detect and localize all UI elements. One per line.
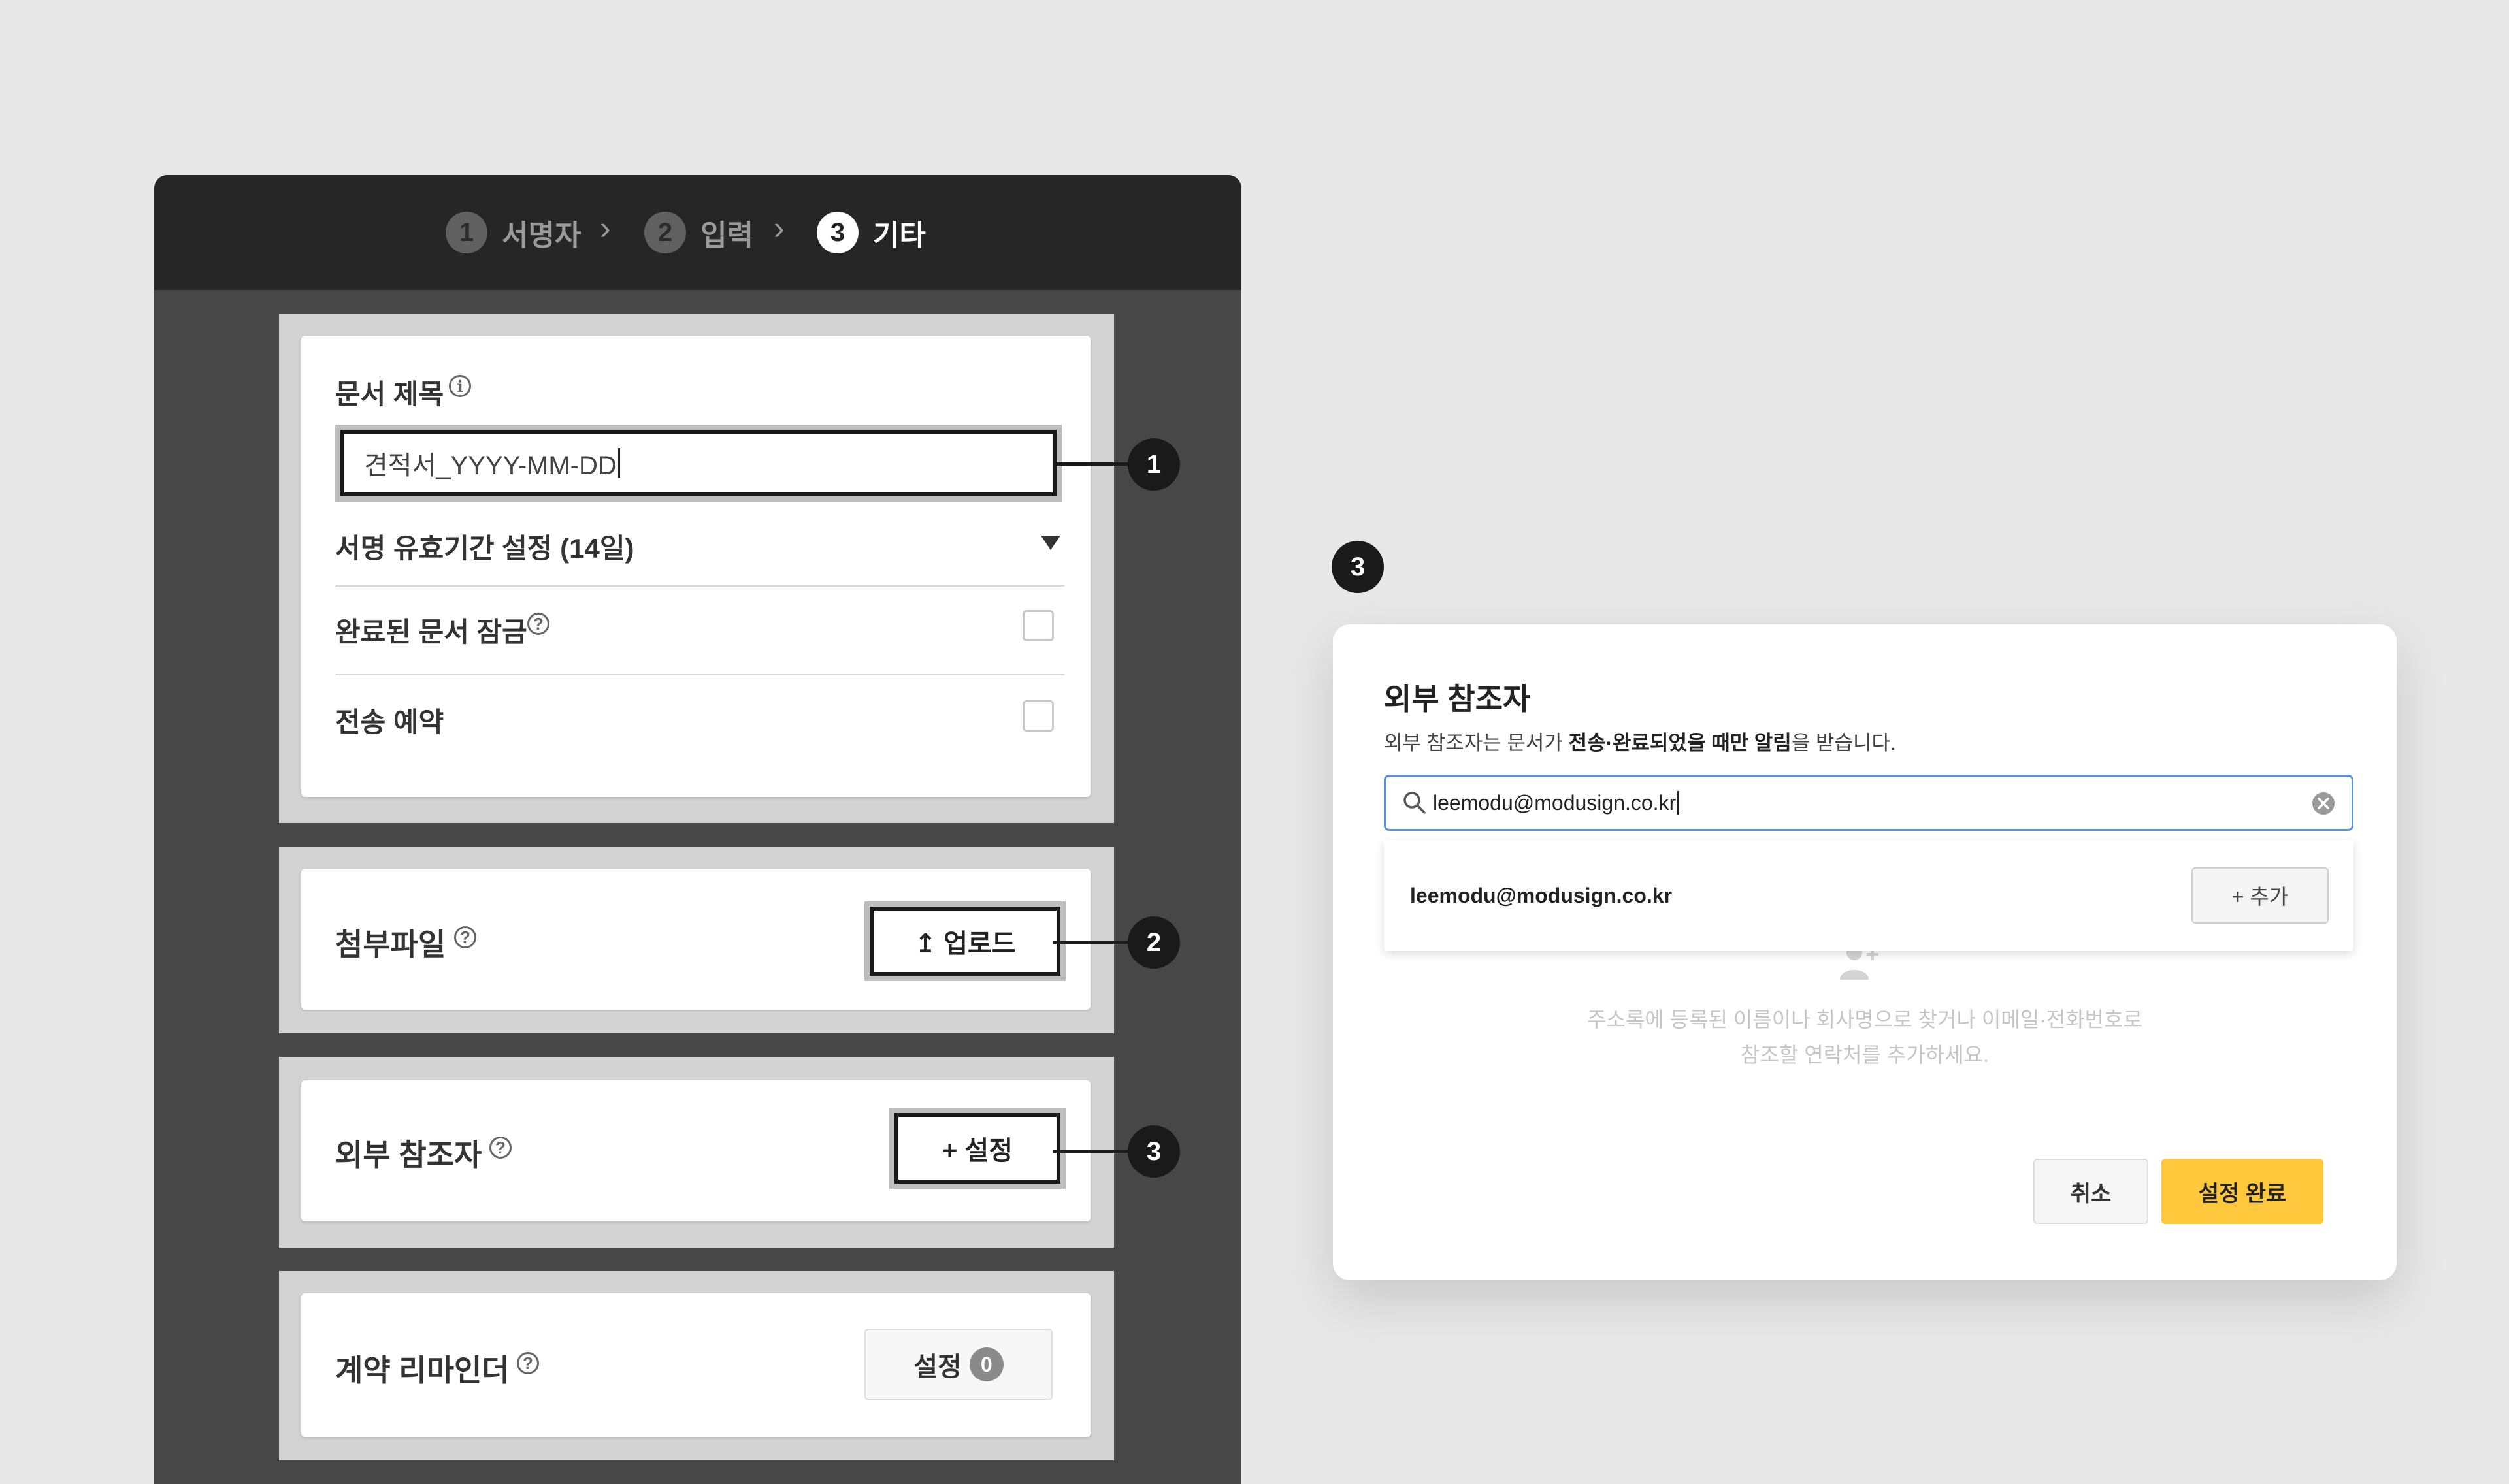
desc-bold-text: 전송·완료되었을 때만 알림	[1568, 732, 1792, 754]
schedule-send-label: 전송 예약	[335, 707, 444, 737]
add-participant-button[interactable]: + 추가	[2191, 867, 2329, 924]
attachment-label: 첨부파일	[335, 928, 446, 961]
step-label: 기타	[873, 219, 926, 251]
participant-search-input[interactable]: leemodu@modusign.co.kr	[1384, 775, 2353, 831]
upload-highlight: ↥ 업로드	[864, 901, 1066, 981]
text-caret	[617, 448, 620, 478]
divider	[335, 674, 1064, 675]
attachment-card: 첨부파일 ? ↥ 업로드	[301, 869, 1091, 1010]
modal-callout-3: 3	[1332, 541, 1384, 593]
step-1[interactable]: 1 서명자	[446, 175, 581, 290]
callout-3: 3	[1128, 1125, 1180, 1178]
step-label: 입력	[700, 219, 753, 251]
step-number: 3	[817, 212, 859, 253]
reminder-section: 계약 리마인더 ? 설정 0	[279, 1271, 1114, 1460]
search-icon	[1403, 792, 1426, 814]
reminder-card: 계약 리마인더 ? 설정 0	[301, 1293, 1091, 1437]
desc-text: 을 받습니다.	[1791, 732, 1896, 754]
search-result-email[interactable]: leemodu@modusign.co.kr	[1410, 840, 1672, 951]
reminder-label: 계약 리마인더	[335, 1353, 510, 1387]
step-indicator: 1 서명자 › 2 입력 › 3 기타	[154, 175, 1241, 290]
help-icon[interactable]: ?	[527, 613, 549, 635]
step-2[interactable]: 2 입력	[644, 175, 753, 290]
settings-panel: 1 서명자 › 2 입력 › 3 기타 문서 제목 i 견적서_YYYY-MM-…	[154, 175, 1241, 1484]
reminder-settings-button[interactable]: 설정 0	[864, 1329, 1053, 1400]
doc-title-input[interactable]: 견적서_YYYY-MM-DD	[340, 430, 1057, 496]
help-icon[interactable]: ?	[454, 926, 476, 948]
lock-doc-label: 완료된 문서 잠금	[335, 617, 527, 647]
text-caret	[1677, 791, 1680, 815]
clear-icon[interactable]	[2311, 791, 2336, 816]
search-result-dropdown: leemodu@modusign.co.kr + 추가	[1384, 840, 2353, 951]
external-participants-modal: 외부 참조자 외부 참조자는 문서가 전송·완료되었을 때만 알림을 받습니다.…	[1333, 624, 2397, 1280]
empty-state-text: 주소록에 등록된 이름이나 회사명으로 찾거나 이메일·전화번호로 참조할 연락…	[1333, 1002, 2397, 1073]
help-icon[interactable]: ?	[489, 1137, 512, 1159]
external-settings-button[interactable]: + 설정	[894, 1113, 1060, 1184]
callout-line	[1053, 462, 1129, 466]
confirm-button[interactable]: 설정 완료	[2161, 1159, 2323, 1224]
doc-settings-card: 문서 제목 i 견적서_YYYY-MM-DD 서명 유효기간 설정 (14일) …	[301, 336, 1091, 797]
info-icon[interactable]: i	[449, 375, 471, 397]
doc-title-label: 문서 제목	[335, 379, 444, 410]
chevron-right-icon: ›	[774, 210, 785, 246]
reminder-count-badge: 0	[969, 1347, 1004, 1381]
external-participants-section: 외부 참조자 ? + 설정	[279, 1057, 1114, 1248]
reminder-button-label: 설정	[913, 1353, 962, 1381]
callout-1: 1	[1128, 438, 1180, 491]
external-participants-label: 외부 참조자	[335, 1138, 482, 1172]
doc-settings-section: 문서 제목 i 견적서_YYYY-MM-DD 서명 유효기간 설정 (14일) …	[279, 314, 1114, 823]
doc-title-value: 견적서_YYYY-MM-DD	[364, 451, 617, 480]
modal-title: 외부 참조자	[1384, 682, 1531, 716]
lock-doc-checkbox[interactable]	[1023, 610, 1054, 641]
empty-state-line: 참조할 연락처를 추가하세요.	[1741, 1043, 1989, 1067]
callout-2: 2	[1128, 916, 1180, 969]
empty-state-line: 주소록에 등록된 이름이나 회사명으로 찾거나 이메일·전화번호로	[1587, 1008, 2142, 1031]
step-label: 서명자	[502, 219, 582, 251]
desc-text: 외부 참조자는 문서가	[1384, 732, 1569, 754]
attachment-section: 첨부파일 ? ↥ 업로드	[279, 847, 1114, 1033]
external-participants-card: 외부 참조자 ? + 설정	[301, 1080, 1091, 1221]
divider	[335, 585, 1064, 587]
step-number: 2	[644, 212, 686, 253]
settings-highlight: + 설정	[889, 1108, 1066, 1189]
schedule-send-checkbox[interactable]	[1023, 700, 1054, 732]
title-input-highlight: 견적서_YYYY-MM-DD	[335, 425, 1062, 502]
upload-button[interactable]: ↥ 업로드	[870, 907, 1060, 976]
search-value: leemodu@modusign.co.kr	[1433, 777, 1680, 829]
cancel-button[interactable]: 취소	[2033, 1159, 2148, 1224]
help-icon[interactable]: ?	[517, 1352, 539, 1374]
expiry-setting-label[interactable]: 서명 유효기간 설정 (14일)	[335, 526, 634, 566]
step-number: 1	[446, 212, 487, 253]
callout-line	[1053, 941, 1129, 944]
search-value-text: leemodu@modusign.co.kr	[1433, 790, 1677, 815]
chevron-right-icon: ›	[600, 210, 611, 246]
callout-line	[1053, 1150, 1129, 1153]
step-3[interactable]: 3 기타	[817, 175, 926, 290]
modal-description: 외부 참조자는 문서가 전송·완료되었을 때만 알림을 받습니다.	[1384, 726, 1896, 756]
dropdown-triangle-icon[interactable]	[1041, 536, 1060, 550]
